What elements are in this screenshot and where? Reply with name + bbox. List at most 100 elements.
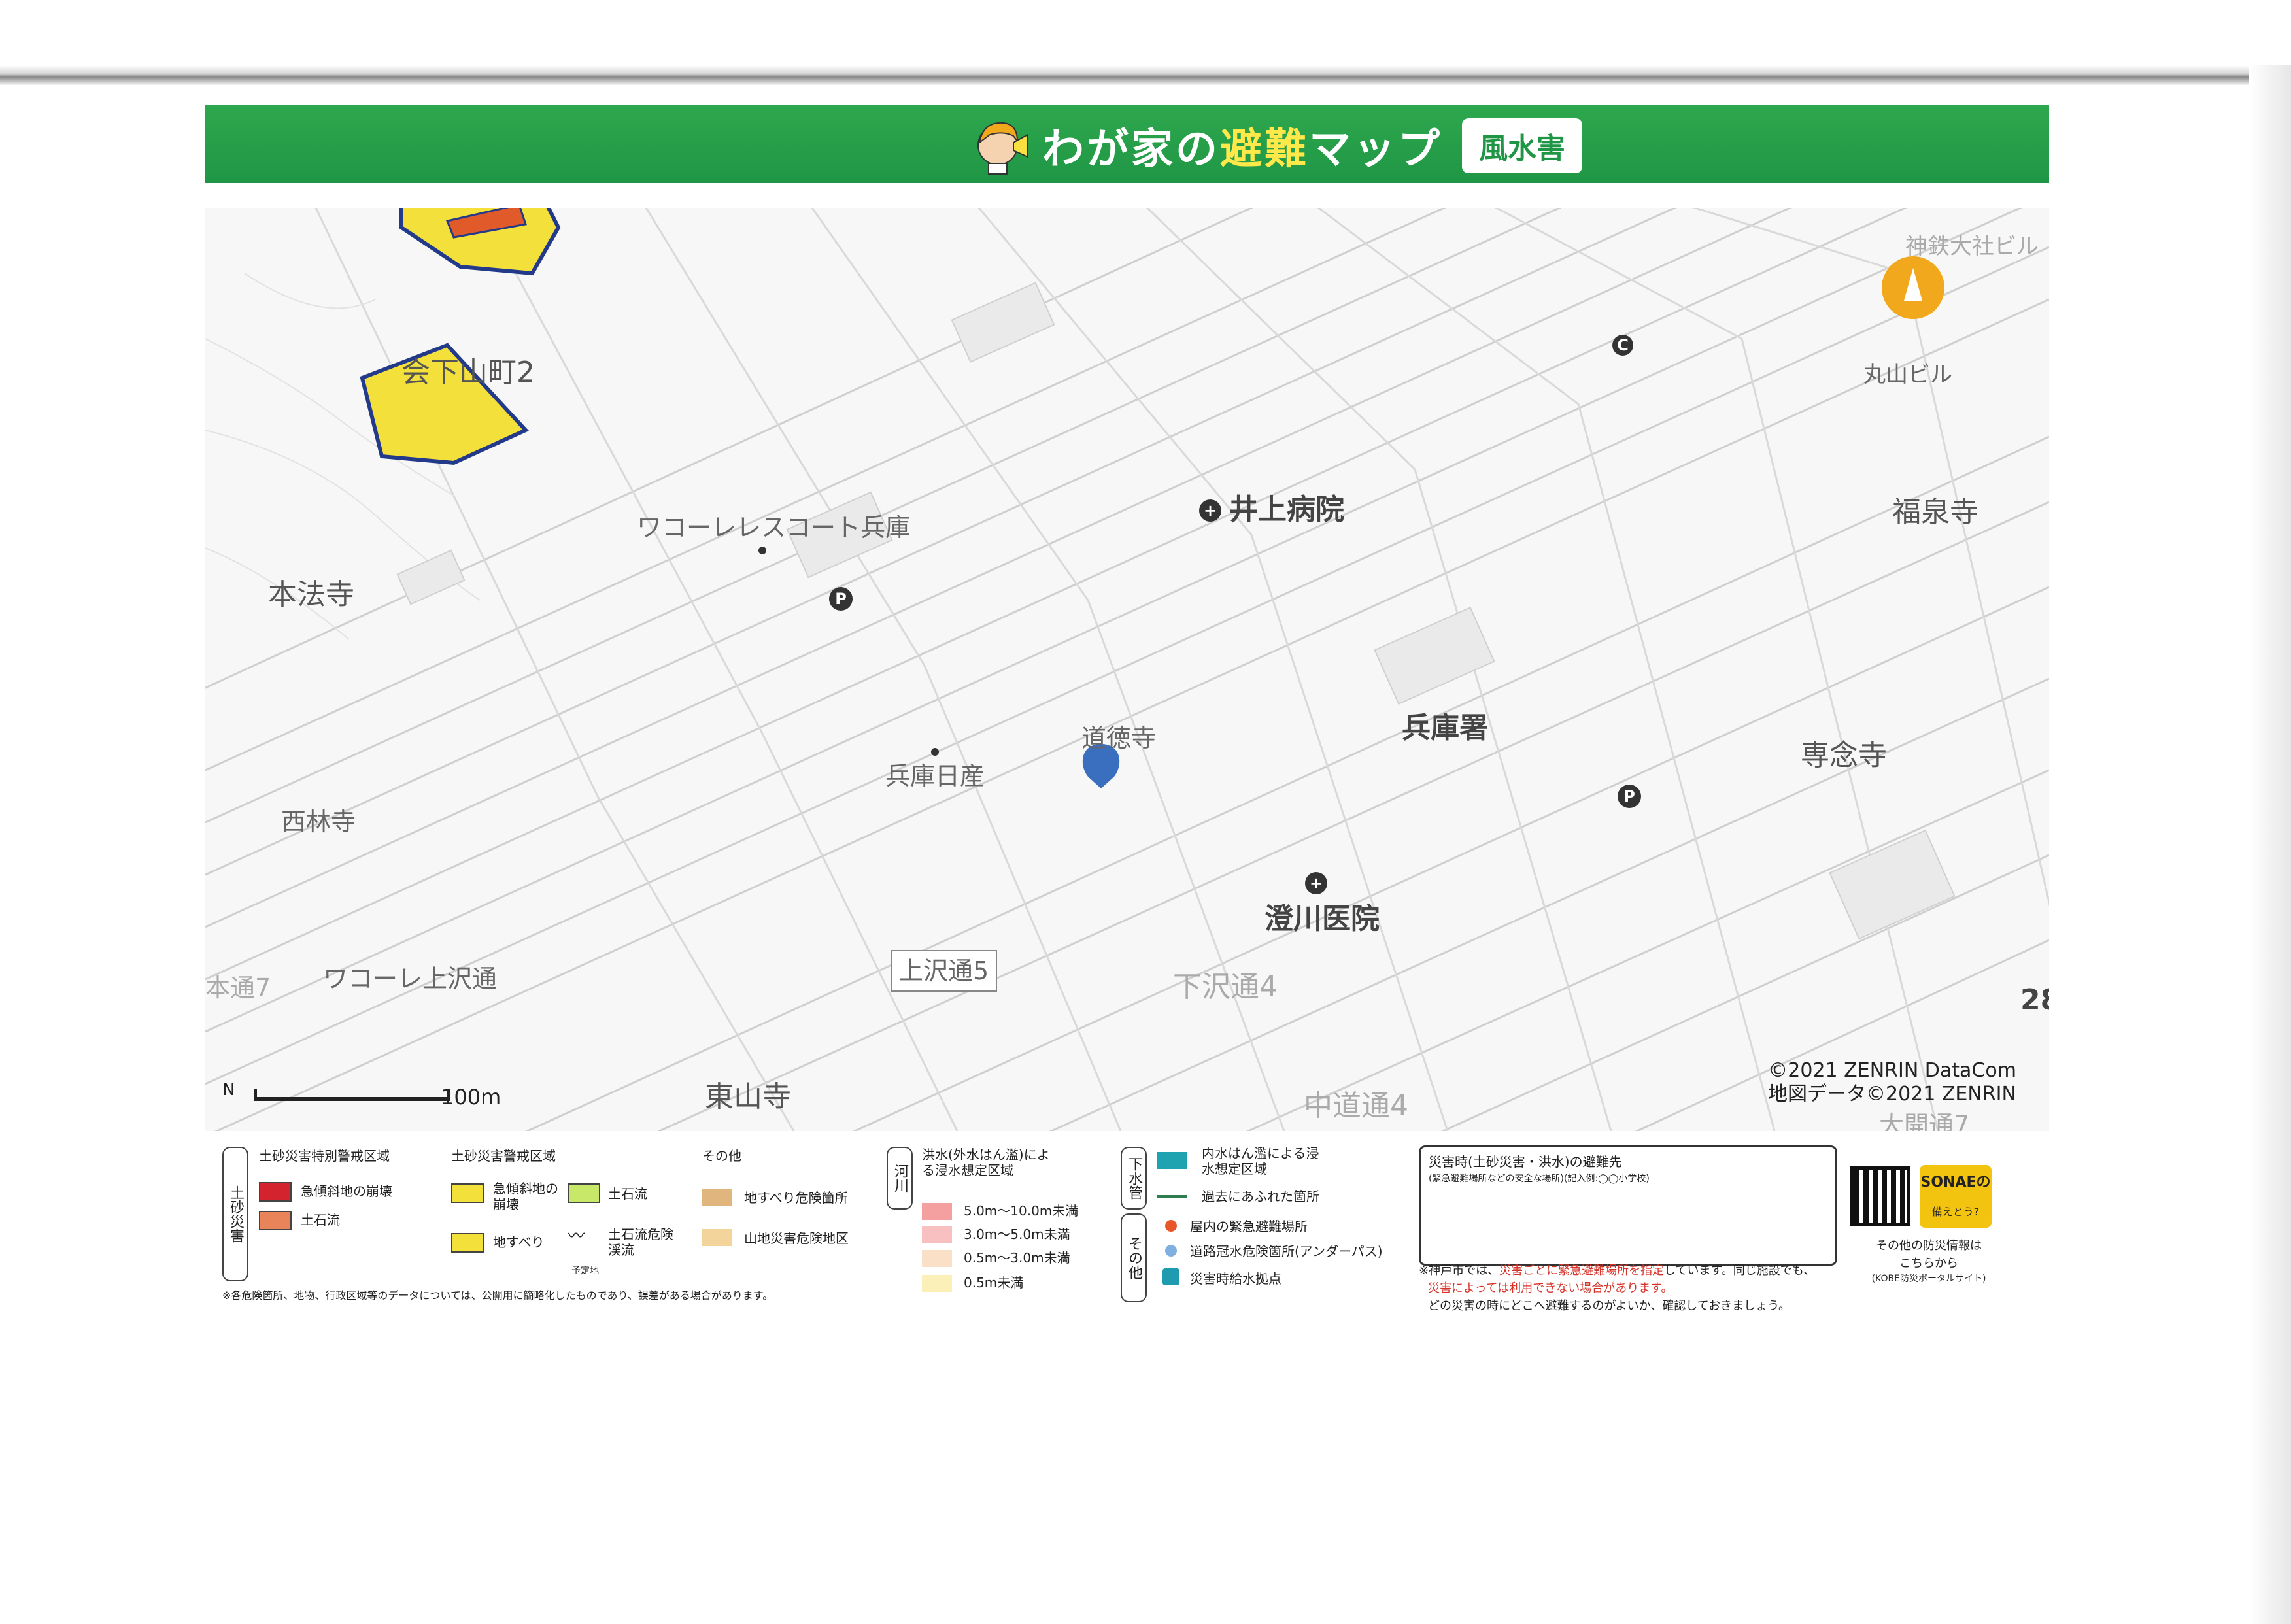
legend-flood-item-0: 5.0m〜10.0m未満	[964, 1203, 1079, 1219]
title-group: わが家の避難マップ 風水害	[977, 116, 1582, 175]
legend-side-label-dosha: 土砂災害	[222, 1147, 248, 1281]
label-higashiyamaji: 東山寺	[705, 1080, 791, 1113]
title-prefix: わが家の	[1042, 126, 1220, 174]
scale-bar	[254, 1097, 450, 1101]
scan-edge-top	[0, 65, 2291, 85]
label-hyogo-nissan: 兵庫日産	[885, 762, 985, 790]
copyright-line-1: ©2021 ZENRIN DataCom	[1768, 1059, 2016, 1082]
legend-warning-item-3: 土石流危険渓流	[608, 1226, 673, 1258]
legend-warning-item-1: 土石流	[608, 1186, 647, 1202]
legend-flood-item-1: 3.0m〜5.0m未満	[964, 1226, 1070, 1242]
evac-subtitle: (緊急避難場所などの安全な場所)(記入例:◯◯小学校)	[1429, 1174, 1650, 1184]
swatch-inland-flood	[1157, 1152, 1187, 1169]
label-fukusenji: 福泉寺	[1892, 496, 1978, 529]
legend-side-label-other: その他	[1121, 1213, 1147, 1302]
evac-title: 災害時(土砂災害・洪水)の避難先	[1429, 1154, 1622, 1170]
debris-stream-line-icon: 〰	[568, 1226, 585, 1246]
label-shintetsu: 神鉄大社ビル	[1905, 233, 2039, 260]
sonae-logo[interactable]: SONAEの 備えとう?	[1920, 1165, 1992, 1228]
legend-warning-item-2: 地すべり	[493, 1234, 545, 1250]
compass-label: N	[222, 1080, 235, 1100]
notice-line-1-red: 災害ごとに緊急避難場所を指定	[1499, 1264, 1665, 1277]
label-inoue-hospital: 井上病院	[1229, 493, 1344, 526]
swatch-warning-landslide	[451, 1233, 484, 1253]
other-info-line-3: (KOBE防災ポータルサイト)	[1871, 1274, 1986, 1284]
label-senenji: 専念寺	[1801, 739, 1887, 772]
legend-special-title: 土砂災害特別警戒区域	[259, 1148, 390, 1164]
past-flood-line-icon	[1157, 1195, 1187, 1198]
label-wacoal-court: ワコーレレスコート兵庫	[637, 513, 911, 542]
qr-code-icon[interactable]	[1850, 1166, 1910, 1226]
evacuation-map[interactable]: 会下山町2 ワコーレレスコート兵庫 + 井上病院 福泉寺 本法寺 P C 兵庫日…	[205, 208, 2049, 1131]
copyright-line-2: 地図データ©2021 ZENRIN	[1768, 1083, 2016, 1106]
label-maruyama: 丸山ビル	[1863, 362, 1952, 388]
convenience-store-icon: C	[1612, 335, 1633, 356]
label-hon-dori: 本通7	[205, 973, 271, 1002]
legend-side-label-river: 河川	[887, 1147, 913, 1210]
legend-warning-item-0: 急傾斜地の崩壊	[493, 1181, 558, 1212]
legend-other-point-1: 道路冠水危険箇所(アンダーパス)	[1190, 1243, 1383, 1259]
label-neighborhood: 会下山町2	[401, 356, 535, 389]
legend-flood-item-3: 0.5m未満	[964, 1275, 1024, 1291]
legend-other-title: その他	[702, 1148, 741, 1164]
water-supply-icon	[1162, 1268, 1179, 1285]
scale-label: 100m	[441, 1085, 501, 1109]
notice-line-1a: ※神戸市では、	[1419, 1264, 1500, 1277]
legend-flood-item-2: 0.5m〜3.0m未満	[964, 1250, 1070, 1266]
mascot-megaphone-icon	[977, 122, 1028, 175]
label-temple-center: 道徳寺	[1081, 724, 1157, 753]
swatch-warning-slope	[451, 1183, 484, 1203]
hospital-icon: +	[1199, 499, 1221, 522]
label-wacoal-kamisawa: ワコーレ上沢通	[323, 964, 498, 993]
clinic-icon: +	[1305, 872, 1327, 894]
marker-dot	[931, 748, 939, 756]
map-copyright: ©2021 ZENRIN DataCom 地図データ©2021 ZENRIN	[1768, 1059, 2016, 1106]
legend-past-flood: 過去にあふれた箇所	[1202, 1189, 1319, 1204]
swatch-landslide-risk	[702, 1189, 732, 1206]
label-sumikawa-clinic: 澄川医院	[1264, 902, 1380, 936]
disaster-type-badge: 風水害	[1462, 118, 1582, 173]
swatch-flood-0	[922, 1203, 952, 1220]
swatch-warning-debris	[568, 1183, 600, 1203]
page-title: わが家の避難マップ	[1042, 116, 1442, 176]
legend-other-point-2: 災害時給水拠点	[1190, 1271, 1281, 1287]
other-info: その他の防災情報は こちらから (KOBE防災ポータルサイト)	[1870, 1237, 1988, 1286]
legend-side-label-sewer: 下水管	[1121, 1147, 1147, 1210]
notice-line-2: 災害によっては利用できない場合があります。	[1428, 1281, 1673, 1295]
legend-footnote: ※各危険箇所、地物、行政区域等のデータについては、公開用に簡略化したものであり、…	[222, 1289, 773, 1302]
notice-line-3: どの災害の時にどこへ避難するのがよいか、確認しておきましょう。	[1428, 1299, 1791, 1313]
legend-warning-title: 土砂災害警戒区域	[451, 1148, 556, 1164]
parking-icon: P	[1618, 785, 1641, 808]
legend-other-item-0: 地すべり危険箇所	[744, 1190, 848, 1206]
legend-flood-title: 洪水(外水はん濫)による浸水想定区域	[922, 1147, 1050, 1178]
label-honpoji: 本法寺	[268, 578, 354, 611]
swatch-flood-3	[922, 1275, 952, 1292]
legend-special-item-1: 土石流	[301, 1212, 340, 1228]
shelter-dot-icon	[1165, 1220, 1177, 1232]
label-taikai: 大開通7	[1879, 1111, 1970, 1131]
other-info-line-1: その他の防災情報は	[1876, 1239, 1982, 1253]
title-banner: わが家の避難マップ 風水害	[205, 105, 2049, 183]
swatch-mountain-risk	[702, 1229, 732, 1246]
title-suffix: マップ	[1309, 126, 1442, 174]
marker-dot	[758, 547, 766, 554]
notice-line-1b: しています。同じ施設でも、	[1664, 1264, 1816, 1277]
sonae-sub: 備えとう?	[1931, 1206, 1980, 1218]
label-kamisawa-station: 上沢通5	[898, 956, 989, 985]
legend-planned: 予定地	[571, 1266, 599, 1276]
swatch-special-slope	[259, 1182, 292, 1202]
label-shimosawa: 下沢通4	[1173, 970, 1278, 1004]
route-number: 28	[2020, 983, 2049, 1017]
legend-special-item-0: 急傾斜地の崩壊	[301, 1183, 392, 1199]
label-nakamichi: 中道通4	[1304, 1089, 1408, 1123]
legend-other-point-0: 屋内の緊急避難場所	[1190, 1219, 1308, 1234]
sonae-text: SONAEの	[1920, 1174, 1991, 1191]
title-highlight: 避難	[1220, 126, 1309, 174]
scan-edge-right	[2249, 65, 2291, 1624]
swatch-special-debris	[259, 1211, 292, 1230]
evacuation-destination-box[interactable]: 災害時(土砂災害・洪水)の避難先 (緊急避難場所などの安全な場所)(記入例:◯◯…	[1419, 1145, 1837, 1266]
legend-other-item-1: 山地災害危険地区	[744, 1230, 849, 1246]
other-info-line-2: こちらから	[1899, 1257, 1958, 1270]
notice-line-1: ※神戸市では、災害ごとに緊急避難場所を指定しています。同じ施設でも、	[1419, 1262, 1815, 1279]
swatch-flood-2	[922, 1250, 952, 1267]
